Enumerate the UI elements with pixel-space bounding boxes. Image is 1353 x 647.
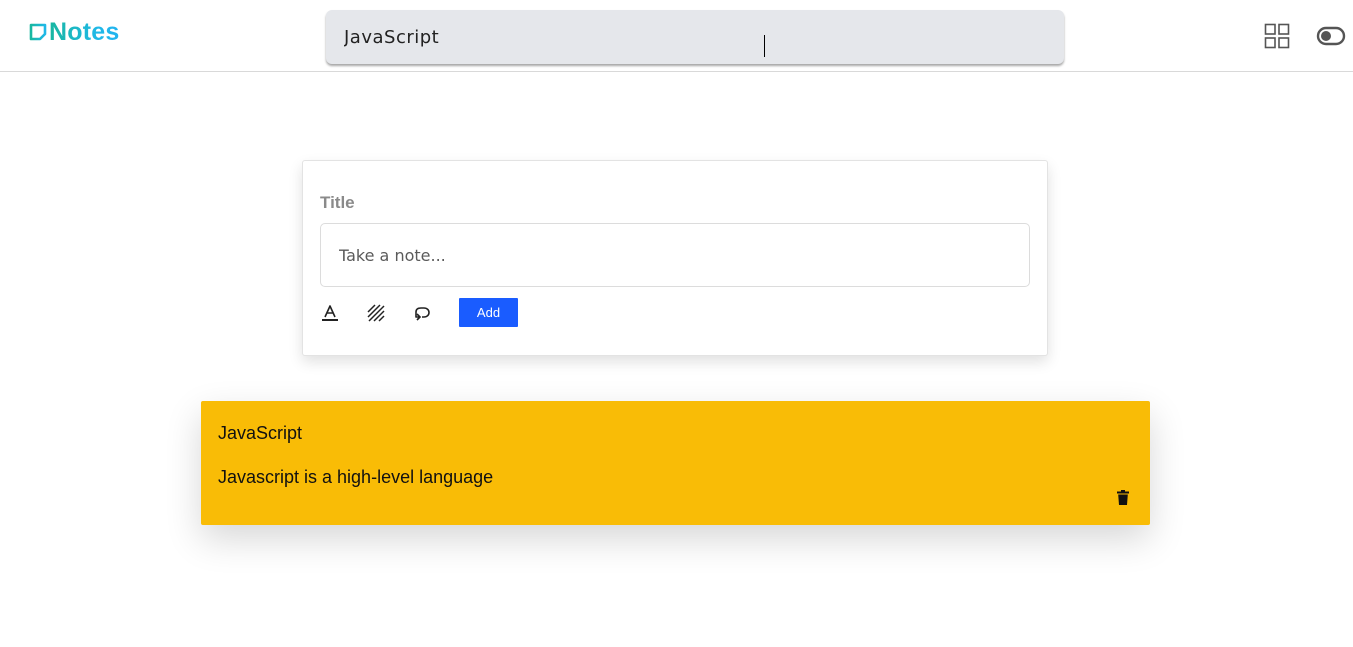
grid-view-icon[interactable]: [1264, 23, 1290, 49]
background-pattern-icon: [367, 304, 385, 322]
app-header: Notes: [0, 0, 1353, 72]
undo-button[interactable]: [412, 303, 432, 323]
trash-icon[interactable]: [1117, 490, 1129, 505]
note-body: Javascript is a high-level language: [218, 467, 494, 487]
brand-logo[interactable]: Notes: [28, 18, 119, 46]
search-bar[interactable]: [326, 10, 1064, 64]
note-square-icon: [29, 23, 47, 41]
toggle-icon[interactable]: [1316, 24, 1346, 48]
text-caret: [764, 35, 765, 57]
note-input[interactable]: [320, 223, 1030, 287]
brand-name: Notes: [49, 18, 120, 46]
undo-icon: [415, 307, 430, 321]
note-card[interactable]: JavaScript Javascript is a high-level la…: [201, 401, 1150, 525]
background-pattern-button[interactable]: [366, 303, 386, 323]
note-title: JavaScript: [218, 423, 303, 443]
text-color-icon: [322, 305, 338, 321]
note-composer: Add: [302, 160, 1048, 356]
add-button[interactable]: Add: [459, 298, 518, 327]
search-input[interactable]: [344, 24, 1024, 50]
text-color-button[interactable]: [320, 303, 340, 323]
title-input[interactable]: [320, 192, 1020, 214]
